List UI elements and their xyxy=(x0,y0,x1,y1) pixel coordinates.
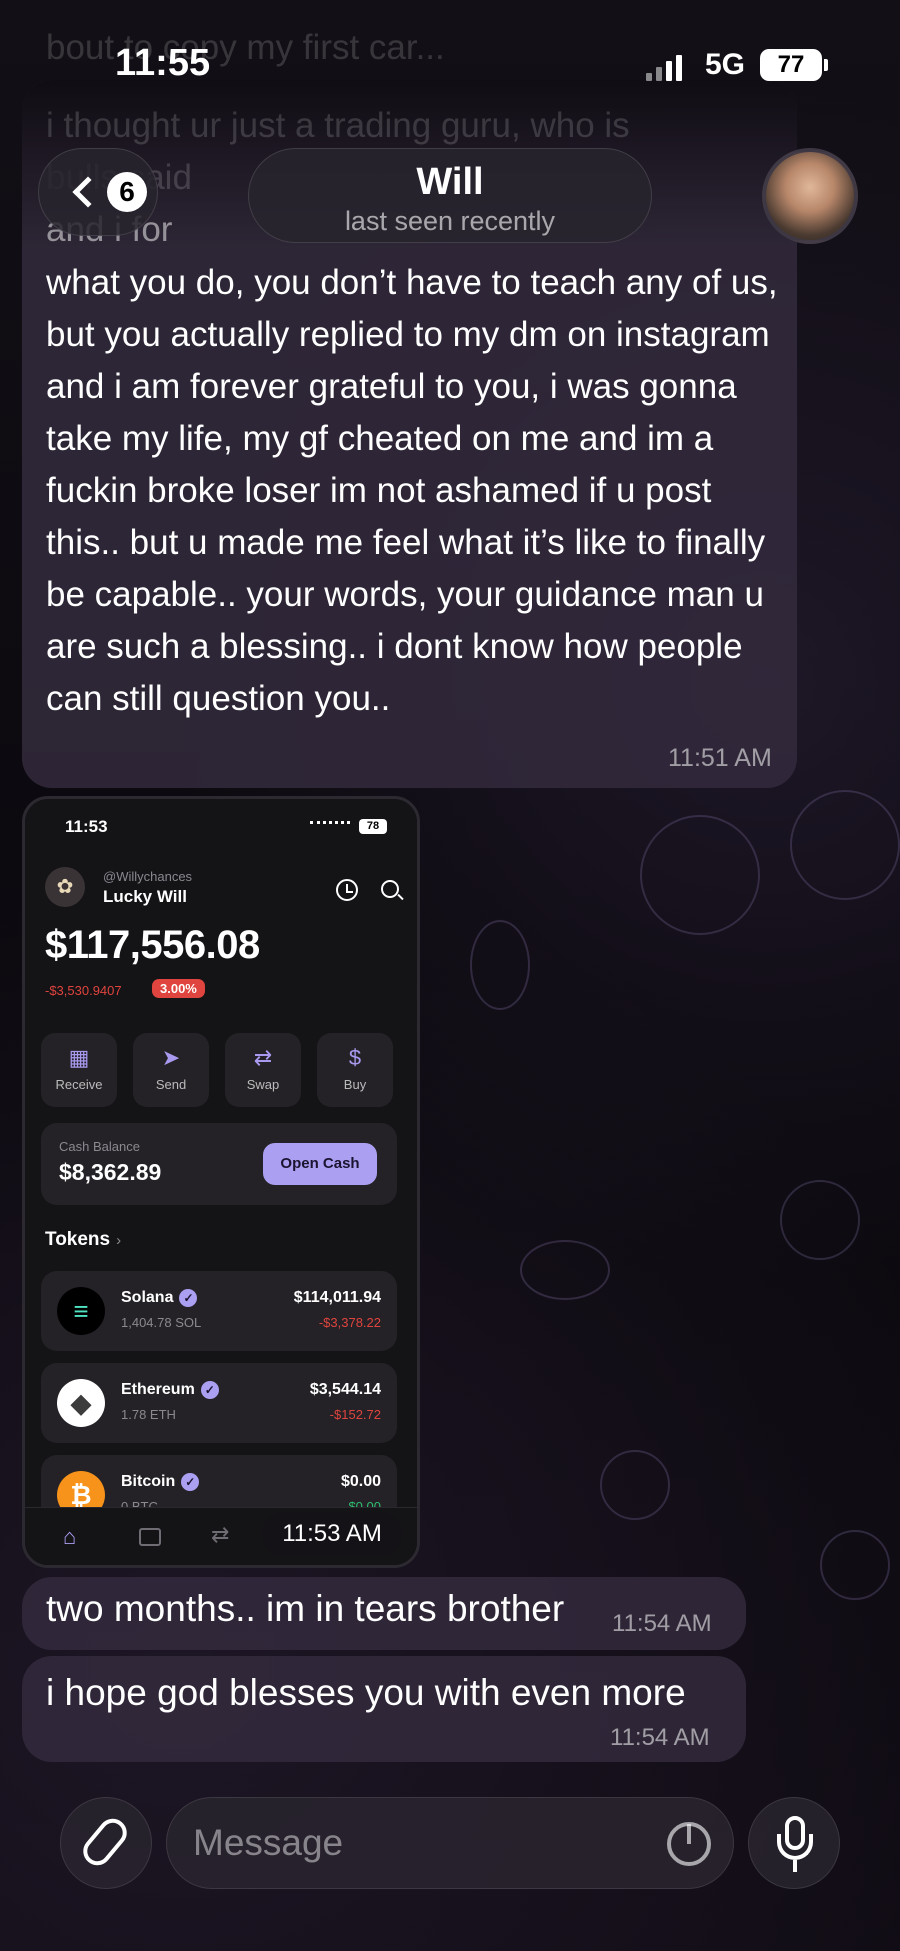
token-name: Solana ✓ xyxy=(121,1289,198,1307)
swap-action: ⇄ Swap xyxy=(225,1033,301,1107)
message-ghost-line: i thought ur just a trading guru, who is xyxy=(46,106,630,145)
shot-signal-icon xyxy=(310,821,350,833)
wallet-avatar: ✿ xyxy=(45,867,85,907)
verified-icon: ✓ xyxy=(179,1289,198,1307)
action-label: Buy xyxy=(343,1077,367,1092)
message-text: what you do, you don’t have to teach any… xyxy=(46,263,778,718)
buy-action: $ Buy xyxy=(317,1033,393,1107)
search-icon xyxy=(381,880,399,898)
image-message[interactable]: 11:53 78 ✿ @Willychances Lucky Will $117… xyxy=(22,796,420,1568)
paperclip-icon xyxy=(77,1813,133,1871)
token-amount: 1.78 ETH xyxy=(121,1407,176,1422)
swap-tab-icon: ⇄ xyxy=(211,1522,230,1547)
unread-count-badge: 6 xyxy=(107,172,147,212)
microphone-stem xyxy=(793,1860,797,1872)
token-row-solana: ≡ Solana ✓ 1,404.78 SOL $114,011.94 -$3,3… xyxy=(41,1271,397,1351)
send-action: ➤ Send xyxy=(133,1033,209,1107)
message-text: i hope god blesses you with even more xyxy=(46,1672,686,1713)
message-ghost-line: bout to copy my first car... xyxy=(46,28,445,67)
history-icon xyxy=(336,879,358,901)
token-name: Ethereum ✓ xyxy=(121,1381,219,1399)
wallpaper-doodle xyxy=(640,815,760,935)
token-change: -$152.72 xyxy=(329,1407,381,1422)
action-label: Swap xyxy=(246,1077,280,1092)
contact-name: Will xyxy=(416,161,484,203)
message-text: two months.. im in tears brother xyxy=(46,1588,565,1629)
contact-status: last seen recently xyxy=(344,206,556,236)
chevron-left-icon xyxy=(72,176,104,208)
token-name-text: Bitcoin xyxy=(121,1473,176,1491)
back-button[interactable]: 6 xyxy=(38,148,158,236)
token-name-text: Ethereum xyxy=(121,1381,195,1399)
message-time: 11:51 AM xyxy=(668,744,772,772)
voice-message-button[interactable] xyxy=(748,1797,840,1889)
message-input[interactable] xyxy=(193,1820,633,1866)
verified-icon: ✓ xyxy=(181,1473,200,1491)
verified-icon: ✓ xyxy=(200,1381,219,1399)
wallet-handle: @Willychances xyxy=(103,869,193,884)
message-time: 11:53 AM xyxy=(262,1512,402,1556)
token-row-ethereum: ◆ Ethereum ✓ 1.78 ETH $3,544.14 -$152.72 xyxy=(41,1363,397,1443)
battery-tip xyxy=(824,59,828,71)
microphone-arc xyxy=(777,1834,813,1860)
wallpaper-doodle xyxy=(820,1530,890,1600)
qr-icon: ▦ xyxy=(68,1045,90,1070)
token-change: -$3,378.22 xyxy=(318,1315,381,1330)
wallet-change-percent: 3.00% xyxy=(152,979,205,998)
wallpaper-doodle xyxy=(790,790,900,900)
wallpaper-doodle xyxy=(600,1450,670,1520)
network-type: 5G xyxy=(705,48,746,81)
message-time: 11:54 AM xyxy=(612,1610,712,1637)
chat-title[interactable]: Will last seen recently xyxy=(248,148,652,243)
solana-icon: ≡ xyxy=(57,1287,105,1335)
wallet-balance: $117,556.08 xyxy=(45,923,260,967)
cash-balance-value: $8,362.89 xyxy=(59,1159,162,1185)
token-amount: 1,404.78 SOL xyxy=(121,1315,202,1330)
contact-avatar[interactable] xyxy=(762,148,858,244)
ethereum-icon: ◆ xyxy=(57,1379,105,1427)
wallpaper-doodle xyxy=(520,1240,610,1300)
token-name: Bitcoin ✓ xyxy=(121,1473,200,1491)
token-name-text: Solana xyxy=(121,1289,174,1307)
wallpaper-doodle xyxy=(780,1180,860,1260)
tokens-title: Tokens xyxy=(45,1229,111,1250)
token-usd-value: $114,011.94 xyxy=(293,1289,381,1306)
shot-battery-icon: 78 xyxy=(359,819,387,834)
wallet-account-name: Lucky Will xyxy=(103,887,187,906)
cash-balance-card: Cash Balance $8,362.89 Open Cash xyxy=(41,1123,397,1205)
send-icon: ➤ xyxy=(161,1045,181,1070)
sticker-icon[interactable] xyxy=(667,1822,711,1866)
wallpaper-doodle xyxy=(470,920,530,1010)
message-field[interactable] xyxy=(166,1797,734,1889)
home-icon: ⌂ xyxy=(63,1524,77,1549)
wallet-change-amount: -$3,530.9407 xyxy=(45,983,122,998)
shot-status-time: 11:53 xyxy=(65,817,108,836)
token-usd-value: $3,544.14 xyxy=(309,1381,381,1398)
message-time: 11:54 AM xyxy=(610,1724,710,1751)
tokens-heading: Tokens › xyxy=(45,1229,121,1251)
action-label: Send xyxy=(155,1077,187,1092)
token-usd-value: $0.00 xyxy=(340,1473,381,1490)
chevron-right-icon: › xyxy=(116,1232,122,1249)
collectibles-icon xyxy=(139,1528,161,1546)
attach-button[interactable] xyxy=(60,1797,152,1889)
swap-icon: ⇄ xyxy=(253,1045,273,1070)
dollar-icon: $ xyxy=(348,1045,362,1070)
battery-icon: 77 xyxy=(760,49,822,81)
receive-action: ▦ Receive xyxy=(41,1033,117,1107)
status-time: 11:55 xyxy=(115,42,211,84)
action-label: Receive xyxy=(55,1077,103,1092)
cash-balance-label: Cash Balance xyxy=(59,1139,140,1154)
open-cash-button: Open Cash xyxy=(263,1143,377,1185)
signal-icon xyxy=(646,55,682,81)
